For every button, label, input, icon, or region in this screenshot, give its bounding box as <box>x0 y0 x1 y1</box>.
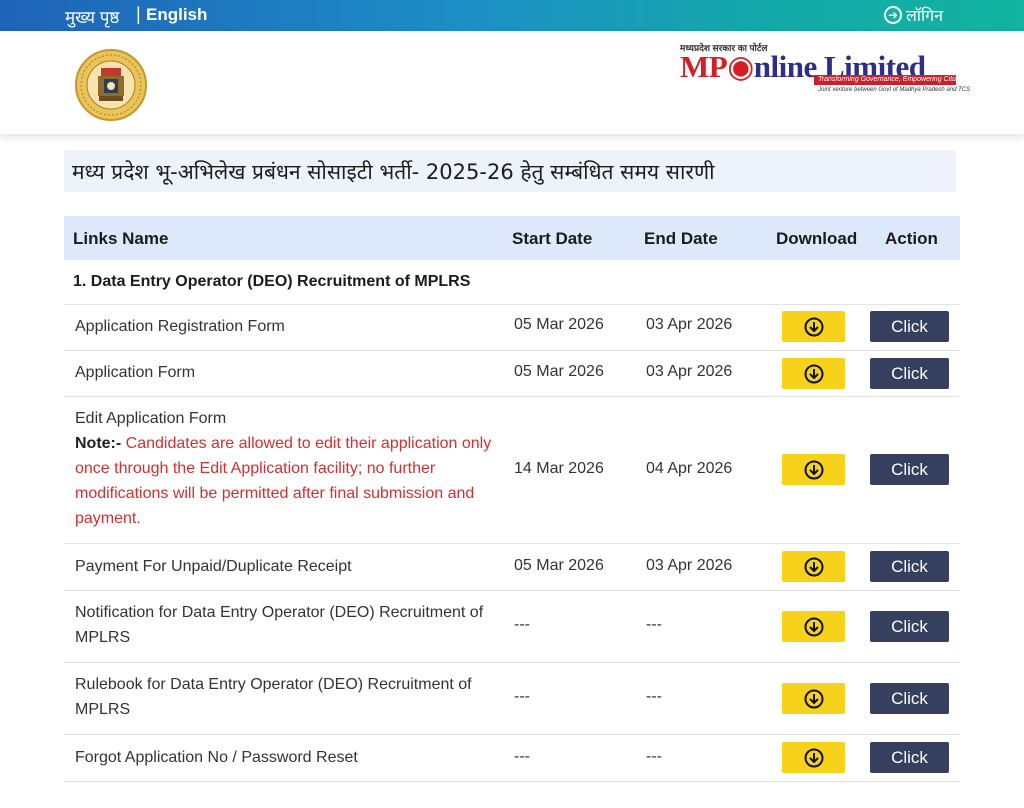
download-button[interactable] <box>782 683 845 714</box>
table-row: Edit Application Form Note:- Candidates … <box>64 396 960 544</box>
download-arrow-icon <box>804 689 823 708</box>
download-arrow-icon <box>804 317 823 336</box>
row-link-name[interactable]: Edit Application Form <box>75 410 226 427</box>
mponline-brand-logo: मध्यप्रदेश सरकार का पोर्टल MP◉nline Limi… <box>680 41 970 97</box>
row-start-date: --- <box>514 748 530 765</box>
row-start-date: 05 Mar 2026 <box>514 363 604 380</box>
table-row: Application Form 05 Mar 2026 03 Apr 2026… <box>64 350 960 397</box>
click-action-button[interactable]: Click <box>870 683 949 714</box>
page-title: मध्य प्रदेश भू-अभिलेख प्रबंधन सोसाइटी भर… <box>72 160 715 184</box>
row-end-date: --- <box>646 688 662 705</box>
row-start-date: --- <box>514 688 530 705</box>
row-start-date: 05 Mar 2026 <box>514 316 604 333</box>
download-button[interactable] <box>782 611 845 642</box>
state-emblem-logo <box>75 49 147 121</box>
row-link-name[interactable]: Rulebook for Data Entry Operator (DEO) R… <box>75 672 495 722</box>
login-link[interactable]: ➜ लॉगिन <box>884 4 943 26</box>
row-end-date: 04 Apr 2026 <box>646 460 733 477</box>
home-link[interactable]: मुख्य पृष्ठ <box>65 5 119 28</box>
table-row: Application Registration Form 05 Mar 202… <box>64 304 960 351</box>
download-arrow-icon <box>804 460 823 479</box>
note-text: Candidates are allowed to edit their app… <box>75 435 492 527</box>
header-action: Action <box>885 229 938 248</box>
row-end-date: 03 Apr 2026 <box>646 557 733 574</box>
row-start-date: --- <box>514 616 530 633</box>
row-link-cell: Edit Application Form Note:- Candidates … <box>75 406 495 531</box>
table-row: Rulebook for Data Entry Operator (DEO) R… <box>64 662 960 735</box>
login-label: लॉगिन <box>906 8 944 25</box>
download-button[interactable] <box>782 358 845 389</box>
row-link-name[interactable]: Forgot Application No / Password Reset <box>75 745 495 770</box>
download-arrow-icon <box>804 557 823 576</box>
click-action-button[interactable]: Click <box>870 311 949 342</box>
language-english-link[interactable]: English <box>146 5 207 25</box>
header-start-date: Start Date <box>512 229 593 248</box>
header-end-date: End Date <box>644 229 718 248</box>
page-title-bar: मध्य प्रदेश भू-अभिलेख प्रबंधन सोसाइटी भर… <box>64 150 956 192</box>
row-start-date: 14 Mar 2026 <box>514 460 604 477</box>
header-links-name: Links Name <box>73 229 169 248</box>
download-button[interactable] <box>782 551 845 582</box>
nav-separator: | <box>136 4 141 24</box>
click-action-button[interactable]: Click <box>870 742 949 773</box>
note-label: Note:- <box>75 435 122 452</box>
download-arrow-icon <box>804 364 823 383</box>
table-row: Forgot Application No / Password Reset -… <box>64 734 960 782</box>
row-link-name[interactable]: Notification for Data Entry Operator (DE… <box>75 600 495 650</box>
brand-joint-venture-text: Joint venture between Govt of Madhya Pra… <box>818 87 971 93</box>
section-title: 1. Data Entry Operator (DEO) Recruitment… <box>73 273 471 290</box>
download-button[interactable] <box>782 311 845 342</box>
table-row: Payment For Unpaid/Duplicate Receipt 05 … <box>64 543 960 591</box>
row-end-date: 03 Apr 2026 <box>646 363 733 380</box>
table-header-row: Links Name Start Date End Date Download … <box>64 216 960 260</box>
download-arrow-icon <box>804 617 823 636</box>
click-action-button[interactable]: Click <box>870 358 949 389</box>
login-arrow-icon: ➜ <box>884 6 902 24</box>
brand-tagline: Transforming Governance, Empowering Citi… <box>814 75 956 85</box>
top-navigation-bar: मुख्य पृष्ठ | English ➜ लॉगिन <box>0 0 1024 31</box>
row-link-name[interactable]: Application Form <box>75 360 495 385</box>
click-action-button[interactable]: Click <box>870 551 949 582</box>
download-button[interactable] <box>782 742 845 773</box>
header-download: Download <box>776 229 858 248</box>
section-heading: 1. Data Entry Operator (DEO) Recruitment… <box>64 260 960 305</box>
row-end-date: --- <box>646 748 662 765</box>
brand-o-icon: ◉ <box>727 49 754 84</box>
row-link-name[interactable]: Application Registration Form <box>75 314 495 339</box>
row-start-date: 05 Mar 2026 <box>514 557 604 574</box>
row-link-name[interactable]: Payment For Unpaid/Duplicate Receipt <box>75 554 495 579</box>
click-action-button[interactable]: Click <box>870 611 949 642</box>
row-end-date: --- <box>646 616 662 633</box>
download-arrow-icon <box>804 748 823 767</box>
row-end-date: 03 Apr 2026 <box>646 316 733 333</box>
table-row: Notification for Data Entry Operator (DE… <box>64 590 960 663</box>
download-button[interactable] <box>782 454 845 485</box>
click-action-button[interactable]: Click <box>870 454 949 485</box>
